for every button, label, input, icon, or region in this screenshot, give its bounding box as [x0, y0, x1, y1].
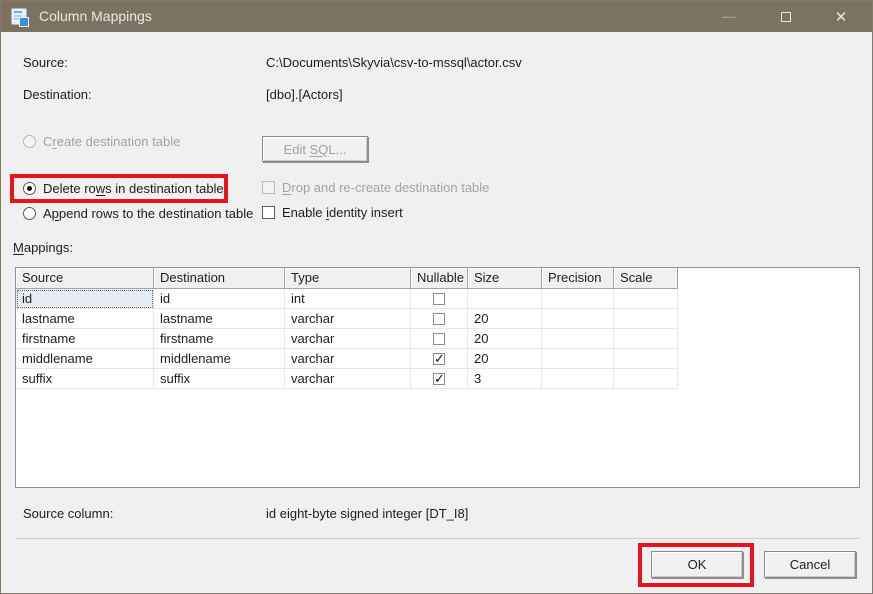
ok-button[interactable]: OK	[651, 551, 743, 578]
table-cell[interactable]: 3	[468, 369, 542, 389]
column-mappings-dialog: Column Mappings — ✕ Source: C:\Documents…	[0, 0, 873, 594]
column-header-precision[interactable]: Precision	[542, 268, 614, 289]
table-row: lastnamelastnamevarchar20	[16, 309, 859, 329]
edit-sql-button: Edit SQL...	[262, 136, 368, 162]
column-header-source[interactable]: Source	[16, 268, 154, 289]
table-cell[interactable]	[468, 289, 542, 309]
column-header-scale[interactable]: Scale	[614, 268, 678, 289]
table-cell[interactable]: id	[154, 289, 285, 309]
table-cell[interactable]: varchar	[285, 349, 411, 369]
table-cell[interactable]	[542, 369, 614, 389]
table-row-filler	[678, 289, 859, 309]
table-cell[interactable]	[542, 349, 614, 369]
table-row-filler	[678, 369, 859, 389]
table-cell[interactable]: middlename	[154, 349, 285, 369]
radio-label: Append rows to the destination table	[43, 206, 253, 221]
destination-label: Destination:	[23, 87, 92, 102]
unchecked-checkbox-icon[interactable]	[433, 333, 445, 345]
table-row: ididint	[16, 289, 859, 309]
nullable-cell	[411, 349, 468, 369]
mappings-label: Mappings:	[13, 240, 73, 255]
column-header-destination[interactable]: Destination	[154, 268, 285, 289]
nullable-cell	[411, 289, 468, 309]
table-cell[interactable]	[542, 309, 614, 329]
minimize-button[interactable]: —	[706, 1, 752, 32]
radio-icon	[23, 135, 36, 148]
table-row-filler	[678, 349, 859, 369]
source-column-label: Source column:	[23, 506, 113, 521]
close-button[interactable]: ✕	[818, 1, 864, 32]
table-row: middlenamemiddlenamevarchar20	[16, 349, 859, 369]
maximize-button[interactable]	[763, 1, 809, 32]
window-title: Column Mappings	[39, 1, 152, 32]
checkbox-label: Drop and re-create destination table	[282, 180, 489, 195]
checkbox-drop-recreate: Drop and re-create destination table	[262, 180, 489, 195]
table-row: suffixsuffixvarchar3	[16, 369, 859, 389]
table-cell[interactable]	[614, 329, 678, 349]
table-cell[interactable]: int	[285, 289, 411, 309]
checked-checkbox-icon[interactable]	[433, 353, 445, 365]
table-cell[interactable]: 20	[468, 349, 542, 369]
window-titlebar[interactable]: Column Mappings — ✕	[1, 1, 872, 32]
source-value: C:\Documents\Skyvia\csv-to-mssql\actor.c…	[266, 55, 522, 70]
table-cell[interactable]: varchar	[285, 309, 411, 329]
table-cell[interactable]: suffix	[16, 369, 154, 389]
table-cell[interactable]: 20	[468, 329, 542, 349]
table-cell[interactable]: middlename	[16, 349, 154, 369]
app-icon	[11, 8, 27, 25]
table-cell[interactable]: varchar	[285, 329, 411, 349]
column-header-size[interactable]: Size	[468, 268, 542, 289]
unchecked-checkbox-icon[interactable]	[433, 293, 445, 305]
table-cell[interactable]: lastname	[154, 309, 285, 329]
destination-value: [dbo].[Actors]	[266, 87, 343, 102]
maximize-icon	[781, 12, 791, 22]
column-header-nullable[interactable]: Nullable	[411, 268, 468, 289]
nullable-cell	[411, 329, 468, 349]
table-cell[interactable]: 20	[468, 309, 542, 329]
checkbox-icon[interactable]	[262, 206, 275, 219]
table-row-filler	[678, 309, 859, 329]
nullable-cell	[411, 369, 468, 389]
table-header: Source Destination Type Nullable Size Pr…	[16, 268, 859, 289]
table-cell[interactable]: lastname	[16, 309, 154, 329]
table-cell[interactable]: firstname	[154, 329, 285, 349]
radio-icon[interactable]	[23, 207, 36, 220]
radio-icon[interactable]	[23, 182, 36, 195]
checked-checkbox-icon[interactable]	[433, 373, 445, 385]
checkbox-enable-identity-insert[interactable]: Enable identity insert	[262, 205, 403, 220]
radio-delete-rows[interactable]: Delete rows in destination table	[23, 181, 224, 196]
radio-append-rows[interactable]: Append rows to the destination table	[23, 206, 253, 221]
column-header-filler	[678, 268, 859, 289]
radio-label: Delete rows in destination table	[43, 181, 224, 196]
table-row-filler	[678, 329, 859, 349]
edit-sql-label: Edit SQL...	[284, 142, 347, 157]
radio-label: Create destination table	[43, 134, 180, 149]
table-cell[interactable]	[614, 309, 678, 329]
table-cell[interactable]	[614, 369, 678, 389]
nullable-cell	[411, 309, 468, 329]
checkbox-icon	[262, 181, 275, 194]
table-cell[interactable]	[542, 289, 614, 309]
table-cell[interactable]: varchar	[285, 369, 411, 389]
source-label: Source:	[23, 55, 68, 70]
table-cell[interactable]: firstname	[16, 329, 154, 349]
column-header-type[interactable]: Type	[285, 268, 411, 289]
table-cell[interactable]: suffix	[154, 369, 285, 389]
unchecked-checkbox-icon[interactable]	[433, 313, 445, 325]
mappings-table: Source Destination Type Nullable Size Pr…	[15, 267, 860, 488]
source-column-value: id eight-byte signed integer [DT_I8]	[266, 506, 468, 521]
checkbox-label: Enable identity insert	[282, 205, 403, 220]
mappings-table-body: ididintlastnamelastnamevarchar20firstnam…	[16, 289, 859, 389]
cancel-button[interactable]: Cancel	[764, 551, 856, 578]
table-row: firstnamefirstnamevarchar20	[16, 329, 859, 349]
table-cell[interactable]	[614, 289, 678, 309]
radio-create-destination-table: Create destination table	[23, 134, 180, 149]
table-cell[interactable]	[614, 349, 678, 369]
footer-divider	[15, 538, 860, 539]
table-cell[interactable]	[542, 329, 614, 349]
table-cell[interactable]: id	[16, 289, 154, 309]
